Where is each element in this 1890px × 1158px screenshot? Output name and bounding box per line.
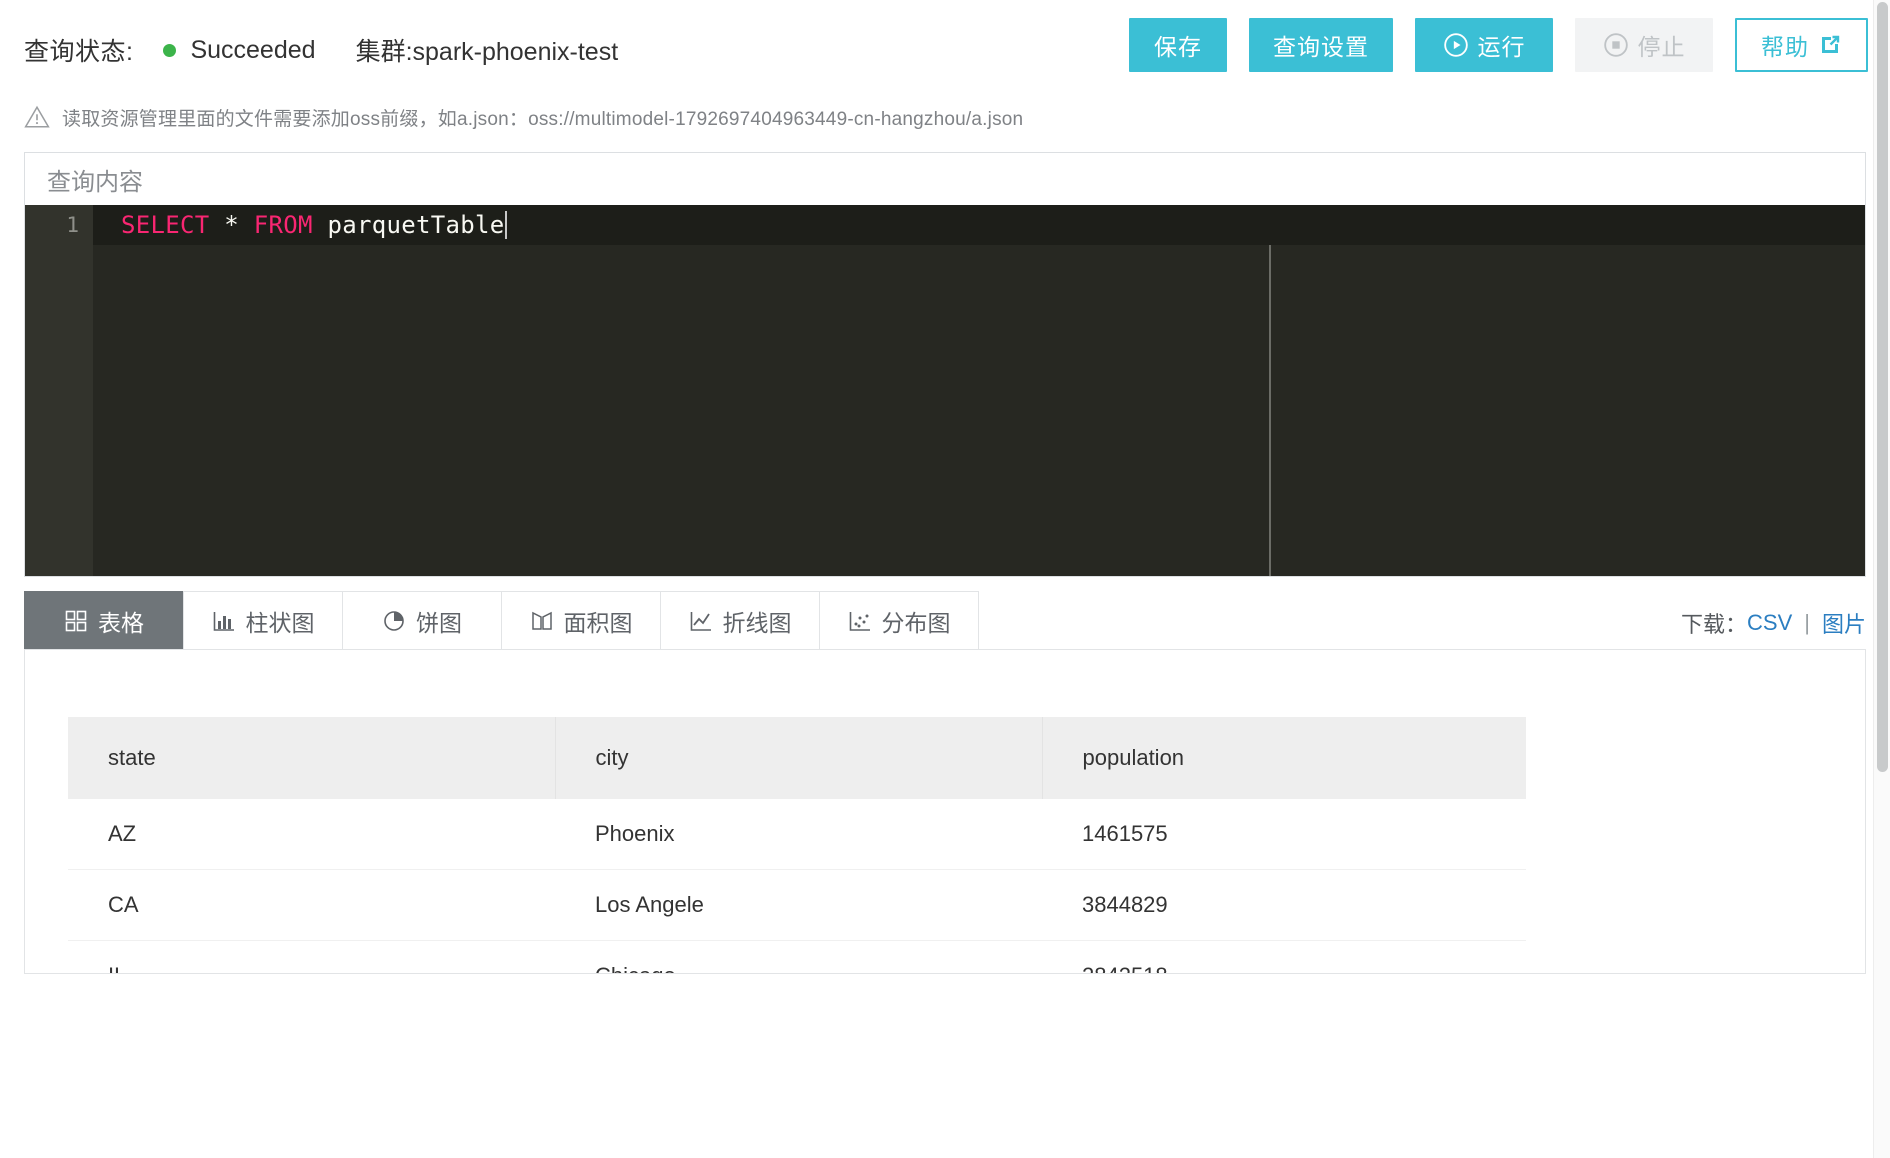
- result-data-table: state city population AZ Phoenix 1461575…: [68, 717, 1526, 974]
- column-header-city: city: [555, 717, 1042, 799]
- code-content: SELECT * FROM parquetTable: [121, 211, 507, 239]
- cell-city: Los Angele: [555, 870, 1042, 941]
- tab-line-chart[interactable]: 折线图: [660, 591, 820, 649]
- column-ruler-guide: [1269, 245, 1271, 576]
- tab-table-label: 表格: [98, 604, 144, 638]
- table-header-row: state city population: [68, 717, 1526, 799]
- run-button[interactable]: 运行: [1415, 18, 1553, 72]
- cell-city: Chicago: [555, 941, 1042, 975]
- header-actions: 保存 查询设置 运行 停止: [1129, 18, 1868, 72]
- cell-population: 3844829: [1042, 870, 1526, 941]
- page-scrollbar[interactable]: [1873, 0, 1890, 1158]
- code-line-1: 1 SELECT * FROM parquetTable: [25, 205, 1865, 245]
- download-separator: |: [1804, 610, 1810, 636]
- cell-state: AZ: [68, 799, 555, 870]
- cell-state: CA: [68, 870, 555, 941]
- download-row: 下载： CSV | 图片: [1681, 607, 1866, 639]
- area-chart-icon: [530, 609, 554, 633]
- tab-area-chart[interactable]: 面积图: [501, 591, 661, 649]
- stop-circle-icon: [1603, 32, 1629, 58]
- query-status-value: Succeeded: [190, 36, 315, 65]
- tab-bar-chart[interactable]: 柱状图: [183, 591, 343, 649]
- result-panel: 表格 柱状图: [24, 591, 1866, 974]
- warning-triangle-icon: [24, 104, 50, 130]
- table-row: IL Chicago 2842518: [68, 941, 1526, 975]
- sql-keyword-select: SELECT: [121, 211, 210, 239]
- tab-line-chart-label: 折线图: [723, 604, 792, 638]
- help-button[interactable]: 帮助: [1735, 18, 1868, 72]
- external-link-icon: [1818, 33, 1842, 57]
- download-image-link[interactable]: 图片: [1822, 607, 1866, 639]
- query-settings-button[interactable]: 查询设置: [1249, 18, 1393, 72]
- page-scrollbar-thumb[interactable]: [1877, 2, 1888, 772]
- cluster-name-label: 集群:spark-phoenix-test: [356, 32, 619, 68]
- pie-chart-icon: [382, 609, 406, 633]
- warning-message: 读取资源管理里面的文件需要添加oss前缀，如a.json：oss://multi…: [62, 104, 1023, 131]
- cell-population: 1461575: [1042, 799, 1526, 870]
- run-button-label: 运行: [1478, 28, 1526, 62]
- sql-table-name: parquetTable: [328, 211, 505, 239]
- query-editor-panel: 查询内容 1 SELECT * FROM parquetTable: [24, 152, 1866, 577]
- line-chart-icon: [689, 609, 713, 633]
- column-header-population: population: [1042, 717, 1526, 799]
- download-label: 下载：: [1681, 607, 1747, 639]
- download-csv-link[interactable]: CSV: [1747, 610, 1792, 636]
- tab-pie-chart[interactable]: 饼图: [342, 591, 502, 649]
- query-console-page: 查询状态: Succeeded 集群:spark-phoenix-test 保存…: [0, 0, 1890, 1158]
- tab-area-chart-label: 面积图: [564, 604, 633, 638]
- oss-prefix-warning: 读取资源管理里面的文件需要添加oss前缀，如a.json：oss://multi…: [0, 96, 1890, 138]
- cell-state: IL: [68, 941, 555, 975]
- table-row: AZ Phoenix 1461575: [68, 799, 1526, 870]
- grid-table-icon: [64, 609, 88, 633]
- play-circle-icon: [1443, 32, 1469, 58]
- result-tabbar: 表格 柱状图: [24, 591, 1866, 649]
- save-button[interactable]: 保存: [1129, 18, 1227, 72]
- line-number: 1: [25, 213, 93, 237]
- cell-population: 2842518: [1042, 941, 1526, 975]
- tab-table[interactable]: 表格: [24, 591, 184, 649]
- sql-code-editor[interactable]: 1 SELECT * FROM parquetTable: [25, 205, 1865, 576]
- tab-pie-chart-label: 饼图: [416, 604, 462, 638]
- page-header: 查询状态: Succeeded 集群:spark-phoenix-test 保存…: [0, 0, 1890, 100]
- text-cursor: [505, 211, 507, 239]
- stop-button-label: 停止: [1638, 28, 1686, 62]
- sql-keyword-from: FROM: [254, 211, 313, 239]
- scatter-chart-icon: [848, 609, 872, 633]
- status-group: 查询状态: Succeeded 集群:spark-phoenix-test: [24, 32, 618, 68]
- bar-chart-icon: [212, 609, 236, 633]
- tab-bar-chart-label: 柱状图: [246, 604, 315, 638]
- sql-star: *: [224, 211, 239, 239]
- table-row: CA Los Angele 3844829: [68, 870, 1526, 941]
- status-indicator-dot: [163, 44, 176, 57]
- column-header-state: state: [68, 717, 555, 799]
- stop-button[interactable]: 停止: [1575, 18, 1713, 72]
- query-status-label: 查询状态:: [24, 32, 133, 68]
- help-button-label: 帮助: [1761, 28, 1809, 62]
- query-editor-title: 查询内容: [25, 153, 1865, 205]
- cell-city: Phoenix: [555, 799, 1042, 870]
- tab-scatter-chart[interactable]: 分布图: [819, 591, 979, 649]
- line-number-gutter: [25, 205, 93, 576]
- result-table-container: state city population AZ Phoenix 1461575…: [24, 649, 1866, 974]
- tab-scatter-chart-label: 分布图: [882, 604, 951, 638]
